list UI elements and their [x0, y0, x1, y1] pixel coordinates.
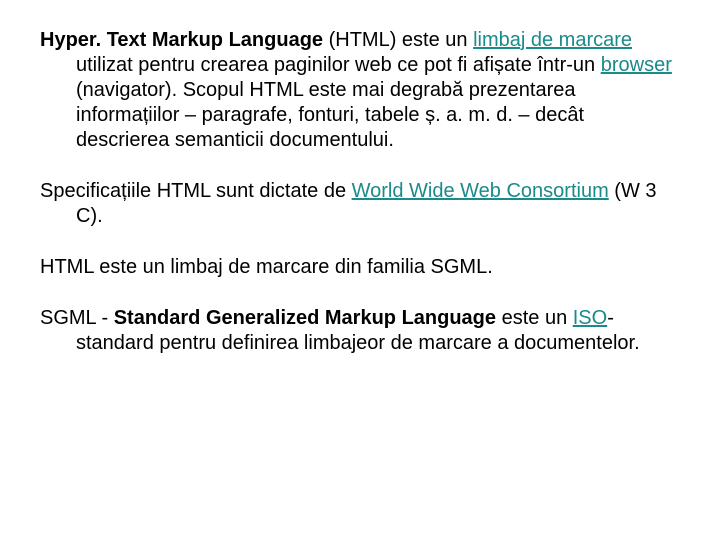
link-iso[interactable]: ISO [573, 307, 607, 329]
bold-html-name: Hyper. Text Markup Language [40, 29, 323, 51]
paragraph-spec: Specificațiile HTML sunt dictate de Worl… [40, 179, 680, 229]
text: (HTML) este un [323, 29, 473, 51]
bold-sgml-name: Standard Generalized Markup Language [114, 307, 496, 329]
slide-content: Hyper. Text Markup Language (HTML) este … [0, 0, 720, 402]
text: este un [496, 307, 573, 329]
link-browser[interactable]: browser [601, 54, 672, 76]
link-limbaj-de-marcare[interactable]: limbaj de marcare [473, 29, 632, 51]
text: Specificațiile HTML sunt dictate de [40, 180, 352, 202]
text: HTML este un limbaj de marcare din famil… [40, 256, 493, 278]
link-w3c[interactable]: World Wide Web Consortium [352, 180, 609, 202]
text: SGML - [40, 307, 114, 329]
paragraph-sgml-def: SGML - Standard Generalized Markup Langu… [40, 306, 680, 356]
text: (navigator). Scopul HTML este mai degrab… [76, 79, 584, 151]
text: utilizat pentru crearea paginilor web ce… [76, 54, 601, 76]
paragraph-sgml-family: HTML este un limbaj de marcare din famil… [40, 255, 680, 280]
paragraph-html-def: Hyper. Text Markup Language (HTML) este … [40, 28, 680, 153]
